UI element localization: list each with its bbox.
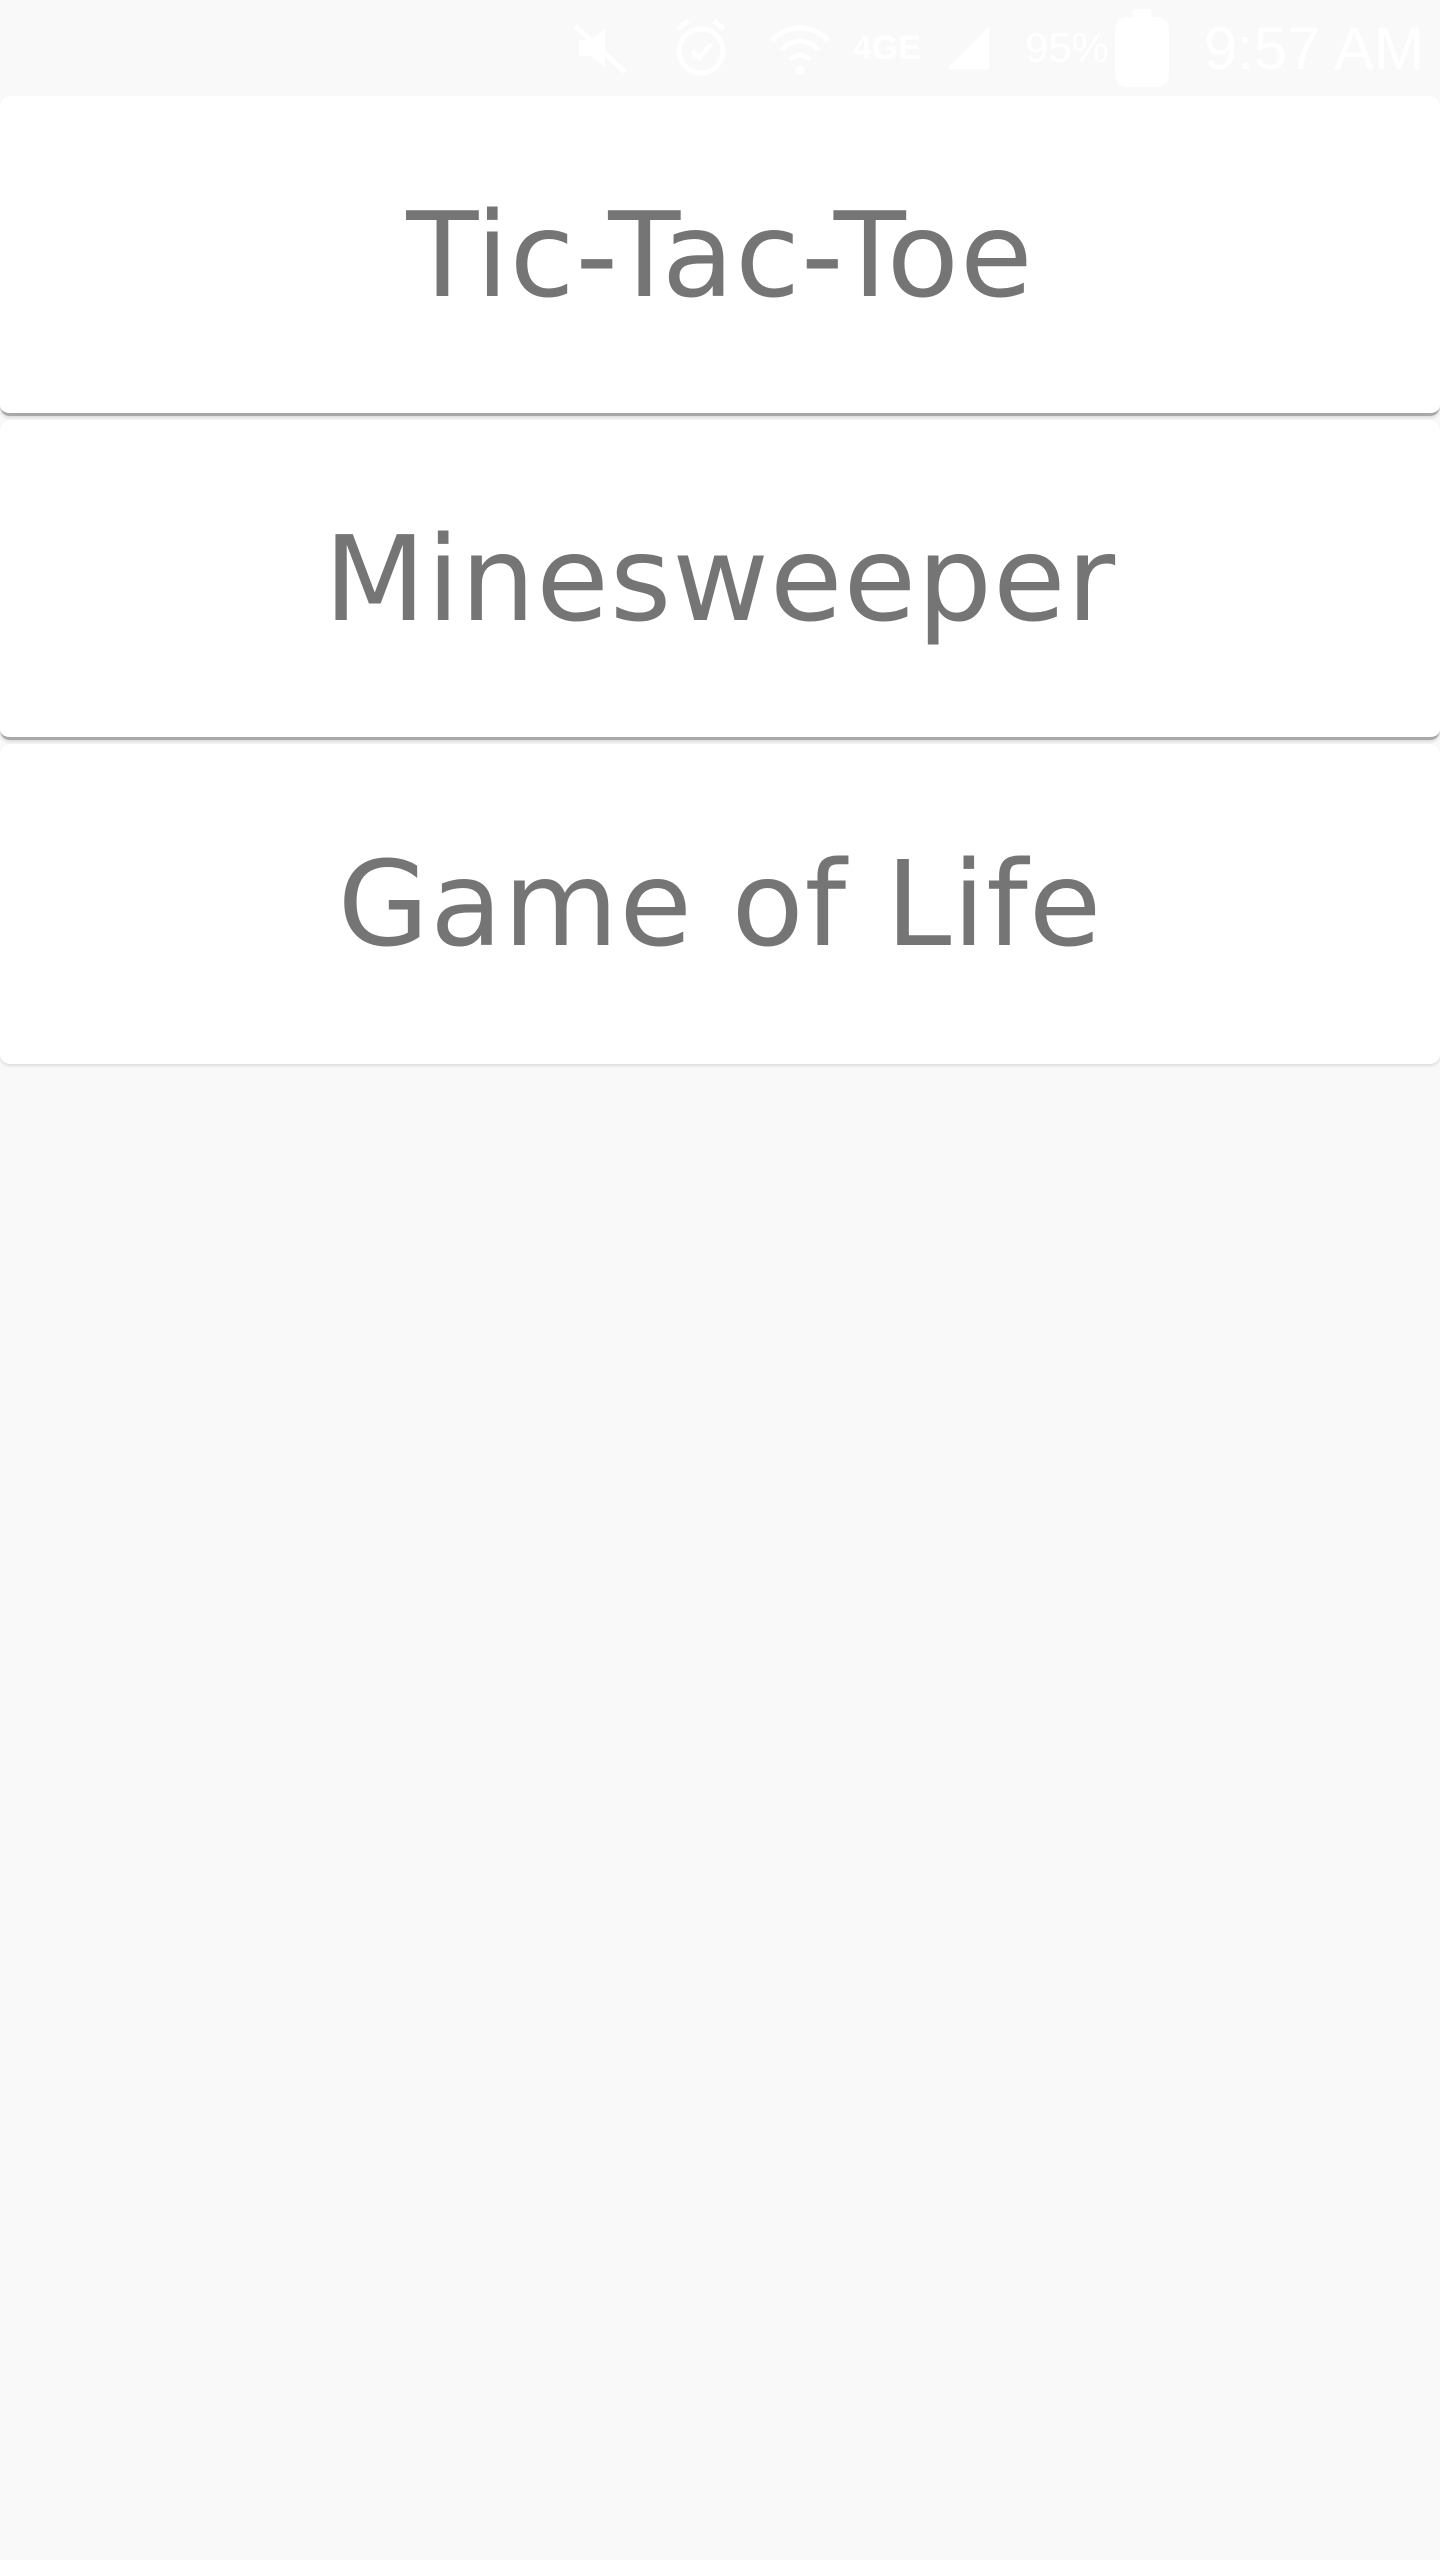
game-of-life-button[interactable]: Game of Life xyxy=(0,744,1440,1064)
game-label: Tic-Tac-Toe xyxy=(406,185,1034,324)
clock: 9:57 AM xyxy=(1203,14,1424,82)
mute-icon xyxy=(568,0,634,96)
alarm-icon xyxy=(666,0,736,96)
game-label: Game of Life xyxy=(337,835,1103,973)
wifi-icon xyxy=(768,0,832,96)
status-bar: 4GE 95% 9:57 AM xyxy=(0,0,1440,96)
minesweeper-button[interactable]: Minesweeper xyxy=(0,420,1440,740)
game-list: Tic-Tac-Toe Minesweeper Game of Life xyxy=(0,96,1440,1064)
lte-icon: 4GE xyxy=(846,0,928,96)
battery-icon xyxy=(1102,0,1182,96)
signal-icon xyxy=(936,0,1000,96)
game-label: Minesweeper xyxy=(323,509,1117,648)
network-label: 4GE xyxy=(852,28,922,67)
tic-tac-toe-button[interactable]: Tic-Tac-Toe xyxy=(0,96,1440,416)
